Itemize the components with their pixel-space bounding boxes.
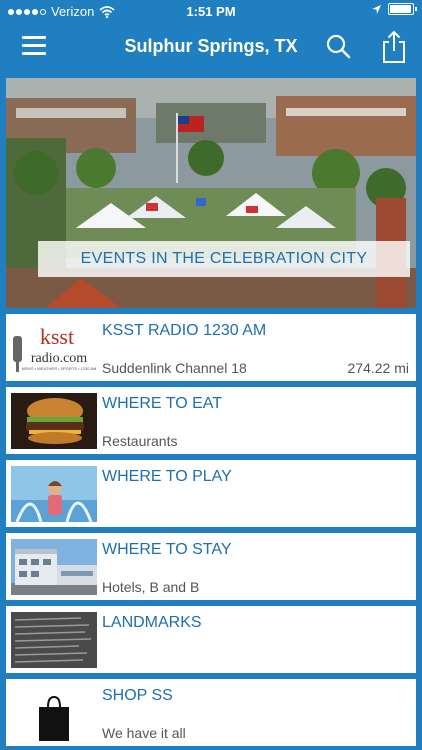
events-banner: EVENTS IN THE CELEBRATION CITY bbox=[38, 241, 410, 277]
share-icon[interactable] bbox=[380, 30, 408, 64]
splash-pad-thumbnail bbox=[11, 466, 97, 522]
nav-bar: Sulphur Springs, TX bbox=[0, 24, 422, 72]
svg-text:NEWS • WEATHER • SPORTS • 1230: NEWS • WEATHER • SPORTS • 1230 AM bbox=[22, 366, 97, 371]
list-item-title: LANDMARKS bbox=[102, 614, 202, 631]
status-right bbox=[371, 3, 417, 15]
search-icon[interactable] bbox=[326, 34, 352, 60]
list-item-subtitle: Restaurants bbox=[102, 433, 178, 449]
page-title: Sulphur Springs, TX bbox=[124, 36, 298, 56]
shopping-bag-icon bbox=[39, 695, 69, 741]
ksst-logo-thumbnail: ksst radio.com NEWS • WEATHER • SPORTS •… bbox=[11, 320, 97, 376]
memorial-wall-thumbnail bbox=[11, 612, 97, 668]
list-item-title: SHOP SS bbox=[102, 687, 173, 704]
list-item-subtitle: Suddenlink Channel 18 bbox=[102, 360, 247, 376]
status-bar: Verizon 1:51 PM bbox=[0, 0, 422, 24]
microphone-icon bbox=[13, 336, 22, 362]
list-item-shop-ss[interactable]: SHOP SS We have it all bbox=[6, 679, 416, 746]
list-item-where-to-play[interactable]: WHERE TO PLAY bbox=[6, 460, 416, 527]
burger-thumbnail bbox=[11, 393, 97, 449]
events-hero[interactable]: EVENTS IN THE CELEBRATION CITY bbox=[6, 78, 416, 308]
battery-fill bbox=[390, 5, 411, 13]
shopping-bag-thumbnail bbox=[11, 685, 97, 741]
list-item-where-to-eat[interactable]: WHERE TO EAT Restaurants bbox=[6, 387, 416, 454]
list-item-landmarks[interactable]: LANDMARKS bbox=[6, 606, 416, 673]
svg-text:radio.com: radio.com bbox=[31, 351, 87, 366]
list-item-subtitle: Hotels, B and B bbox=[102, 579, 200, 595]
status-time: 1:51 PM bbox=[186, 4, 236, 19]
hotel-thumbnail bbox=[11, 539, 97, 595]
list-item-title: WHERE TO STAY bbox=[102, 541, 232, 558]
location-arrow-icon bbox=[372, 4, 381, 14]
distance-label: 274.22 mi bbox=[347, 360, 409, 376]
battery-icon bbox=[388, 3, 417, 15]
list-item-title: WHERE TO EAT bbox=[102, 395, 223, 412]
list-item-title: WHERE TO PLAY bbox=[102, 468, 232, 485]
list-item-where-to-stay[interactable]: WHERE TO STAY Hotels, B and B bbox=[6, 533, 416, 600]
list-item-title: KSST RADIO 1230 AM bbox=[102, 322, 267, 339]
list-item-subtitle: We have it all bbox=[102, 725, 186, 741]
list-item-ksst-radio[interactable]: ksst radio.com NEWS • WEATHER • SPORTS •… bbox=[6, 314, 416, 381]
svg-text:ksst: ksst bbox=[40, 324, 74, 349]
